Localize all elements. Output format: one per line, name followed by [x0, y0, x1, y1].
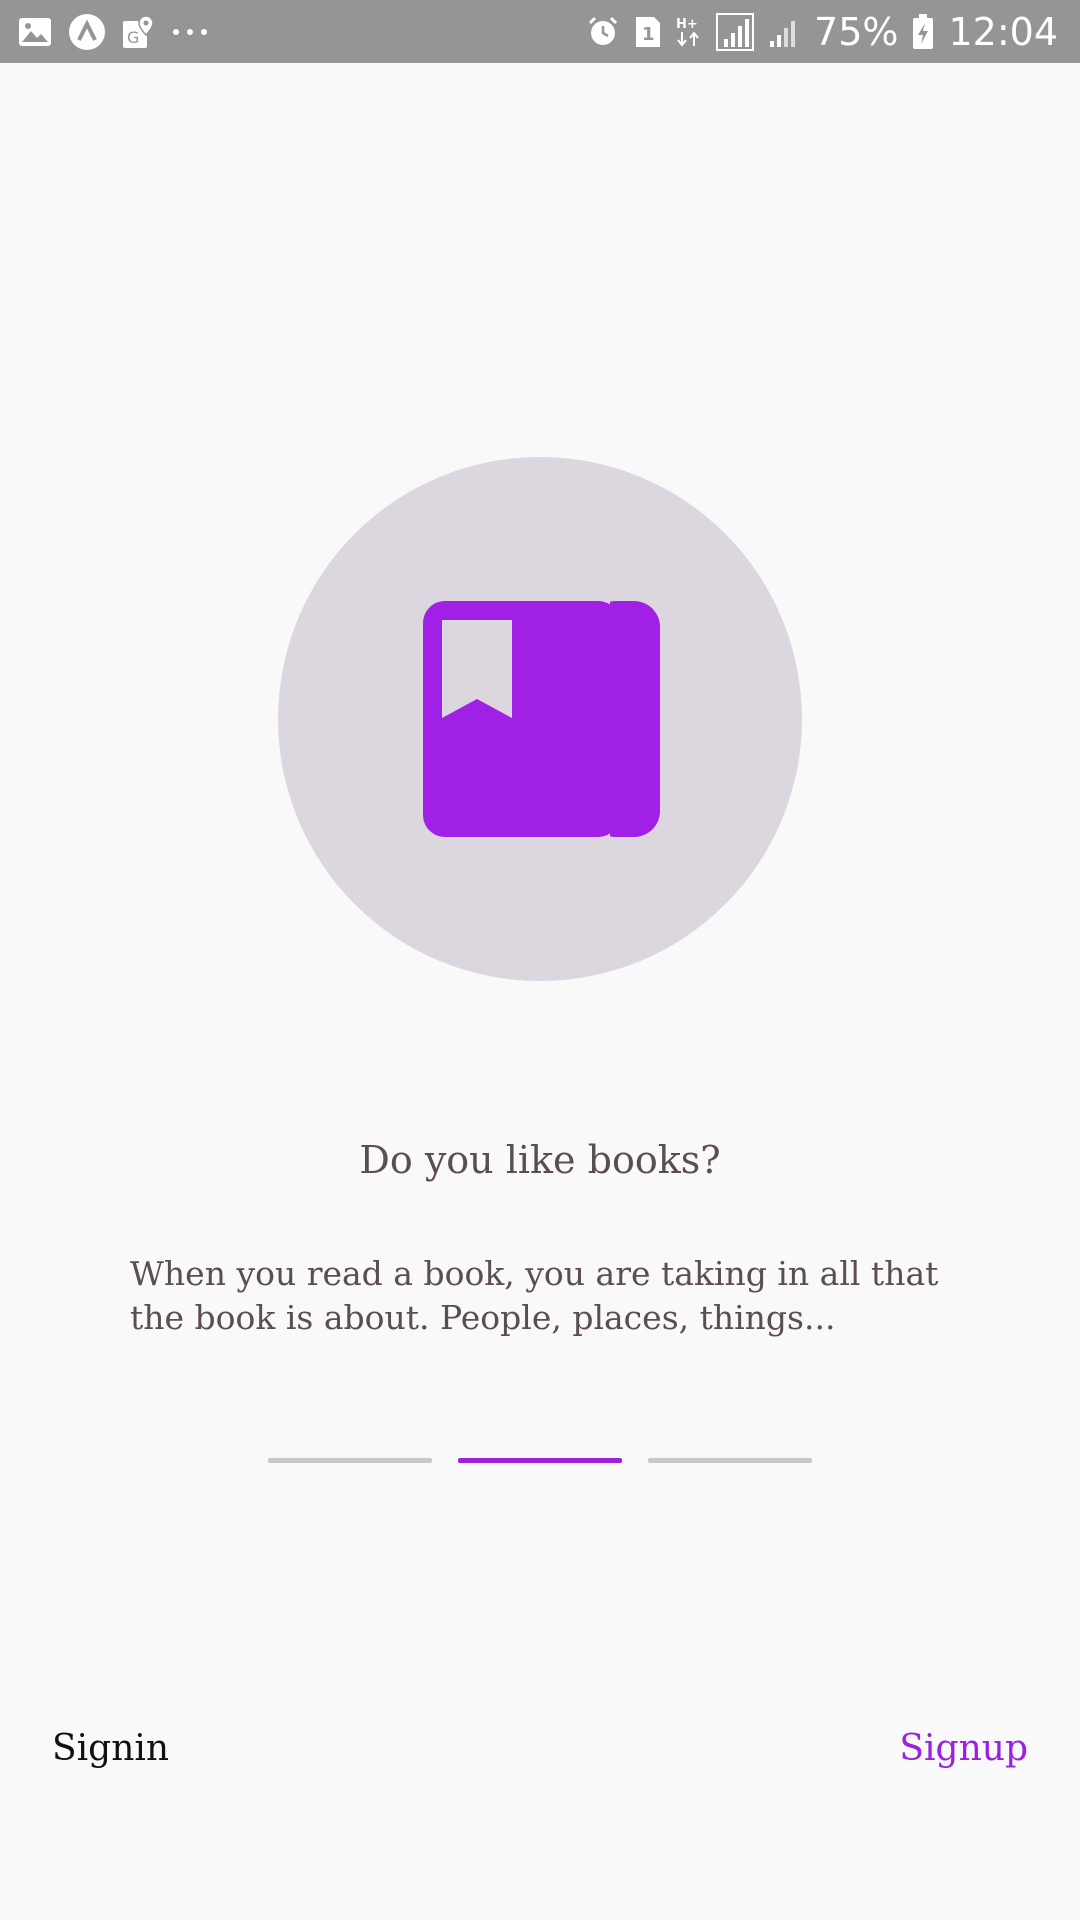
signin-button[interactable]: Signin	[52, 1728, 169, 1769]
clock: 12:04	[948, 9, 1058, 54]
book-bookmark-icon	[420, 600, 662, 842]
onboarding-description: When you read a book, you are taking in …	[130, 1254, 939, 1337]
maps-icon: G	[122, 14, 154, 49]
status-bar: G 1 H+ 75% 12:04	[0, 0, 1080, 63]
onboarding-title: Do you like books?	[359, 1138, 721, 1182]
more-dots-icon	[170, 27, 210, 37]
gallery-icon	[18, 17, 52, 47]
onboarding-screen: G 1 H+ 75% 12:04 Do you like books? When…	[0, 0, 1080, 1920]
app-a-icon	[68, 13, 106, 51]
battery-charging-icon	[912, 13, 934, 50]
page-indicator	[268, 1458, 813, 1463]
signal-icon-2	[768, 15, 800, 49]
page-indicator-dash-3[interactable]	[648, 1458, 812, 1463]
signal-icon	[716, 12, 755, 51]
hplus-data-icon: H+	[676, 14, 702, 50]
status-bar-system: 1 H+ 75% 12:04	[586, 0, 1058, 63]
battery-percent: 75%	[814, 9, 899, 54]
status-bar-notifications: G	[18, 0, 210, 63]
svg-text:1: 1	[642, 24, 655, 45]
signup-button[interactable]: Signup	[899, 1728, 1028, 1769]
sim-1-icon: 1	[634, 15, 662, 49]
page-indicator-dash-1[interactable]	[268, 1458, 432, 1463]
page-indicator-dash-2[interactable]	[458, 1458, 622, 1463]
svg-text:H+: H+	[676, 17, 698, 32]
alarm-icon	[586, 15, 620, 49]
svg-text:G: G	[127, 28, 139, 47]
